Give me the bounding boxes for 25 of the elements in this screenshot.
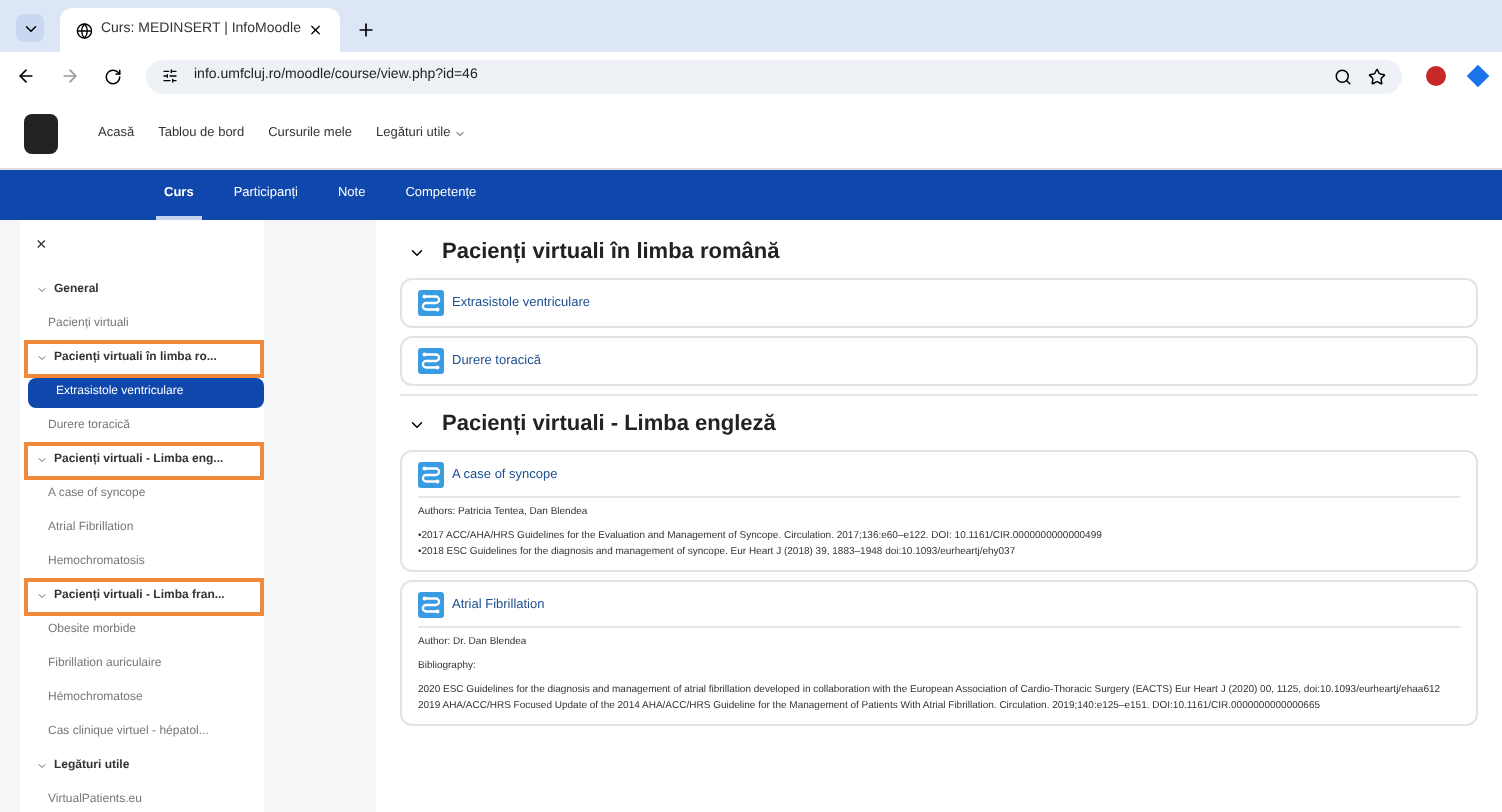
globe-icon: [76, 21, 93, 39]
chevron-icon: [36, 352, 48, 364]
reload-icon[interactable]: [104, 67, 122, 85]
chevron-icon: [36, 284, 48, 296]
site-settings-icon: [162, 68, 178, 84]
new-tab-icon[interactable]: [356, 20, 376, 40]
chevron-icon: [36, 590, 48, 602]
lesson-icon: [418, 290, 444, 316]
close-icon[interactable]: [308, 22, 324, 38]
section-title: Pacienți virtuali în limba română: [442, 237, 780, 268]
chevron-icon: [36, 760, 48, 772]
close-drawer-button[interactable]: ×: [20, 232, 60, 259]
lesson-icon: [418, 348, 444, 374]
lesson-icon: [418, 592, 444, 618]
extension-icon[interactable]: [1466, 64, 1490, 88]
extension-icon[interactable]: [1426, 66, 1446, 86]
tab-list-button[interactable]: [16, 14, 44, 42]
section-title: Pacienți virtuali - Limba engleză: [442, 409, 776, 440]
zoom-icon[interactable]: [1334, 67, 1352, 85]
lesson-icon: [418, 462, 444, 488]
caret-icon: [454, 128, 467, 140]
chevron-icon: [36, 454, 48, 466]
forward-icon[interactable]: [60, 66, 80, 86]
bookmark-icon[interactable]: [1368, 67, 1386, 85]
back-icon[interactable]: [16, 66, 36, 86]
